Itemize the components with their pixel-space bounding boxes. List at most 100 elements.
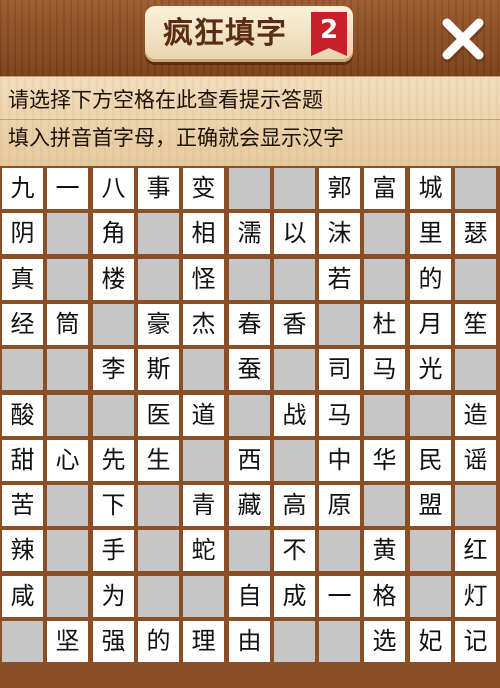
close-button[interactable] (438, 14, 488, 64)
grid-cell-filled[interactable]: 战 (274, 395, 315, 436)
grid-cell-filled[interactable]: 咸 (2, 576, 43, 617)
grid-cell-blank[interactable] (410, 395, 451, 436)
grid-cell-filled[interactable]: 富 (364, 168, 405, 209)
grid-cell-filled[interactable]: 阴 (2, 213, 43, 254)
grid-cell-filled[interactable]: 的 (138, 621, 179, 662)
grid-cell-blank[interactable] (274, 259, 315, 300)
grid-cell-filled[interactable]: 马 (319, 395, 360, 436)
grid-cell-filled[interactable]: 变 (183, 168, 224, 209)
grid-cell-blank[interactable] (138, 530, 179, 571)
grid-cell-filled[interactable]: 华 (364, 440, 405, 481)
grid-cell-filled[interactable]: 斯 (138, 349, 179, 390)
grid-cell-filled[interactable]: 春 (229, 304, 270, 345)
grid-cell-filled[interactable]: 司 (319, 349, 360, 390)
grid-cell-filled[interactable]: 酸 (2, 395, 43, 436)
grid-cell-blank[interactable] (364, 395, 405, 436)
grid-cell-filled[interactable]: 里 (410, 213, 451, 254)
grid-cell-filled[interactable]: 筒 (47, 304, 88, 345)
grid-cell-blank[interactable] (319, 530, 360, 571)
grid-cell-blank[interactable] (93, 304, 134, 345)
grid-cell-filled[interactable]: 藏 (229, 485, 270, 526)
grid-cell-filled[interactable]: 若 (319, 259, 360, 300)
grid-cell-filled[interactable]: 先 (93, 440, 134, 481)
grid-cell-blank[interactable] (274, 168, 315, 209)
grid-cell-filled[interactable]: 城 (410, 168, 451, 209)
grid-cell-filled[interactable]: 为 (93, 576, 134, 617)
grid-cell-blank[interactable] (47, 349, 88, 390)
grid-cell-filled[interactable]: 怪 (183, 259, 224, 300)
grid-cell-blank[interactable] (274, 621, 315, 662)
grid-cell-filled[interactable]: 杜 (364, 304, 405, 345)
grid-cell-filled[interactable]: 原 (319, 485, 360, 526)
grid-cell-blank[interactable] (183, 440, 224, 481)
grid-cell-filled[interactable]: 格 (364, 576, 405, 617)
grid-cell-blank[interactable] (364, 259, 405, 300)
grid-cell-blank[interactable] (455, 168, 496, 209)
grid-cell-filled[interactable]: 楼 (93, 259, 134, 300)
grid-cell-filled[interactable]: 一 (319, 576, 360, 617)
grid-cell-blank[interactable] (47, 485, 88, 526)
grid-cell-filled[interactable]: 李 (93, 349, 134, 390)
grid-cell-blank[interactable] (183, 576, 224, 617)
grid-cell-filled[interactable]: 郭 (319, 168, 360, 209)
grid-cell-blank[interactable] (455, 485, 496, 526)
grid-cell-filled[interactable]: 道 (183, 395, 224, 436)
grid-cell-blank[interactable] (364, 213, 405, 254)
grid-cell-blank[interactable] (47, 395, 88, 436)
grid-cell-filled[interactable]: 沫 (319, 213, 360, 254)
grid-cell-filled[interactable]: 八 (93, 168, 134, 209)
grid-cell-blank[interactable] (229, 259, 270, 300)
grid-cell-filled[interactable]: 青 (183, 485, 224, 526)
grid-cell-filled[interactable]: 西 (229, 440, 270, 481)
grid-cell-filled[interactable]: 妃 (410, 621, 451, 662)
grid-cell-filled[interactable]: 下 (93, 485, 134, 526)
grid-cell-filled[interactable]: 自 (229, 576, 270, 617)
grid-cell-blank[interactable] (2, 621, 43, 662)
grid-cell-filled[interactable]: 生 (138, 440, 179, 481)
grid-cell-filled[interactable]: 角 (93, 213, 134, 254)
grid-cell-filled[interactable]: 选 (364, 621, 405, 662)
grid-cell-blank[interactable] (47, 576, 88, 617)
grid-cell-filled[interactable]: 瑟 (455, 213, 496, 254)
grid-cell-filled[interactable]: 理 (183, 621, 224, 662)
grid-cell-blank[interactable] (410, 576, 451, 617)
grid-cell-filled[interactable]: 相 (183, 213, 224, 254)
grid-cell-filled[interactable]: 以 (274, 213, 315, 254)
grid-cell-filled[interactable]: 的 (410, 259, 451, 300)
grid-cell-filled[interactable]: 强 (93, 621, 134, 662)
grid-cell-filled[interactable]: 医 (138, 395, 179, 436)
grid-cell-blank[interactable] (93, 395, 134, 436)
grid-cell-filled[interactable]: 马 (364, 349, 405, 390)
grid-cell-filled[interactable]: 濡 (229, 213, 270, 254)
grid-cell-filled[interactable]: 造 (455, 395, 496, 436)
grid-cell-filled[interactable]: 月 (410, 304, 451, 345)
grid-cell-filled[interactable]: 甜 (2, 440, 43, 481)
grid-cell-blank[interactable] (47, 259, 88, 300)
grid-cell-filled[interactable]: 心 (47, 440, 88, 481)
grid-cell-filled[interactable]: 中 (319, 440, 360, 481)
grid-cell-filled[interactable]: 红 (455, 530, 496, 571)
grid-cell-filled[interactable]: 盟 (410, 485, 451, 526)
grid-cell-filled[interactable]: 记 (455, 621, 496, 662)
grid-cell-filled[interactable]: 光 (410, 349, 451, 390)
grid-cell-filled[interactable]: 由 (229, 621, 270, 662)
grid-cell-filled[interactable]: 经 (2, 304, 43, 345)
grid-cell-blank[interactable] (138, 576, 179, 617)
grid-cell-filled[interactable]: 灯 (455, 576, 496, 617)
grid-cell-filled[interactable]: 黄 (364, 530, 405, 571)
grid-cell-blank[interactable] (410, 530, 451, 571)
grid-cell-filled[interactable]: 坚 (47, 621, 88, 662)
grid-cell-blank[interactable] (2, 349, 43, 390)
grid-cell-filled[interactable]: 苦 (2, 485, 43, 526)
grid-cell-blank[interactable] (47, 213, 88, 254)
grid-cell-filled[interactable]: 豪 (138, 304, 179, 345)
grid-cell-filled[interactable]: 不 (274, 530, 315, 571)
grid-cell-filled[interactable]: 笙 (455, 304, 496, 345)
grid-cell-filled[interactable]: 辣 (2, 530, 43, 571)
grid-cell-filled[interactable]: 成 (274, 576, 315, 617)
grid-cell-blank[interactable] (455, 349, 496, 390)
grid-cell-blank[interactable] (274, 440, 315, 481)
grid-cell-filled[interactable]: 谣 (455, 440, 496, 481)
grid-cell-filled[interactable]: 一 (47, 168, 88, 209)
grid-cell-blank[interactable] (364, 485, 405, 526)
